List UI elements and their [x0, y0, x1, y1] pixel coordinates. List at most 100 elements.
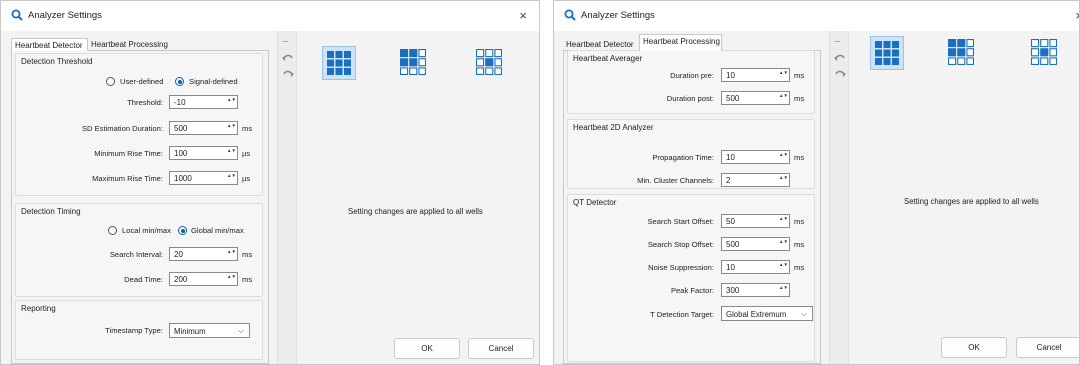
dialog-title: Analyzer Settings: [581, 10, 655, 21]
group-title: Detection Timing: [21, 207, 81, 216]
layout-full-grid-option[interactable]: [870, 36, 904, 70]
group-title: Heartbeat 2D Analyzer: [573, 123, 654, 132]
apply-message: Setting changes are applied to all wells: [904, 197, 1039, 206]
layout-partial-grid-option[interactable]: [400, 49, 426, 75]
min-cluster-channels-label: Min. Cluster Channels:: [637, 176, 714, 185]
layout-center-grid-option[interactable]: [476, 49, 502, 75]
spin-arrows-icon[interactable]: ▲▼: [779, 239, 788, 249]
threshold-label: Threshold:: [127, 98, 163, 107]
unit-us: µs: [242, 149, 251, 158]
duration-post-spinbox[interactable]: 500 ▲▼: [721, 91, 790, 105]
dead-time-spinbox[interactable]: 200 ▲▼: [169, 272, 238, 286]
ok-button[interactable]: OK: [941, 337, 1007, 358]
heartbeat-2d-analyzer-group: Heartbeat 2D Analyzer Propagation Time: …: [567, 119, 815, 189]
grip-dots: ......: [282, 37, 289, 44]
spin-arrows-icon[interactable]: ▲▼: [227, 249, 236, 259]
global-minmax-label: Global min/max: [191, 226, 244, 235]
threshold-spinbox[interactable]: -10 ▲▼: [169, 95, 238, 109]
layout-full-grid-option[interactable]: [322, 46, 356, 80]
global-minmax-radio[interactable]: [178, 226, 187, 235]
spin-arrows-icon[interactable]: ▲▼: [227, 97, 236, 107]
tool-strip: ......: [829, 31, 849, 364]
select-value: Minimum: [174, 326, 206, 336]
redo-icon[interactable]: [282, 69, 294, 79]
unit-ms: ms: [794, 153, 805, 162]
cancel-button[interactable]: Cancel: [1016, 337, 1079, 358]
unit-ms: ms: [794, 71, 805, 80]
spin-arrows-icon[interactable]: ▲▼: [779, 93, 788, 103]
min-cluster-channels-spinbox[interactable]: 2 ▲▼: [721, 173, 790, 187]
spin-arrows-icon[interactable]: ▲▼: [779, 285, 788, 295]
layout-center-grid-option[interactable]: [1031, 39, 1057, 65]
noise-suppression-spinbox[interactable]: 10 ▲▼: [721, 260, 790, 274]
close-icon[interactable]: ×: [519, 9, 527, 22]
unit-ms: ms: [242, 250, 253, 259]
sd-estimation-spinbox[interactable]: 500 ▲▼: [169, 121, 238, 135]
magnifier-icon: [564, 9, 576, 21]
spin-arrows-icon[interactable]: ▲▼: [227, 173, 236, 183]
min-rise-time-spinbox[interactable]: 100 ▲▼: [169, 146, 238, 160]
user-defined-radio[interactable]: [106, 77, 115, 86]
close-icon[interactable]: ×: [1075, 9, 1079, 22]
unit-ms: ms: [794, 217, 805, 226]
signal-defined-label: Signal-defined: [189, 77, 238, 86]
undo-icon[interactable]: [282, 53, 294, 63]
search-stop-offset-spinbox[interactable]: 500 ▲▼: [721, 237, 790, 251]
spin-value: 300: [726, 286, 740, 295]
user-defined-label: User-defined: [120, 77, 164, 86]
grid-partial-icon: [400, 49, 426, 75]
spin-arrows-icon[interactable]: ▲▼: [779, 175, 788, 185]
noise-suppression-label: Noise Suppression:: [648, 263, 714, 272]
unit-us: µs: [242, 174, 251, 183]
ok-button[interactable]: OK: [394, 338, 460, 359]
tab-heartbeat-detector[interactable]: Heartbeat Detector: [11, 38, 88, 51]
unit-ms: ms: [794, 240, 805, 249]
unit-ms: ms: [794, 94, 805, 103]
propagation-time-spinbox[interactable]: 10 ▲▼: [721, 150, 790, 164]
tab-heartbeat-processing[interactable]: Heartbeat Processing: [639, 34, 722, 51]
heartbeat-averager-group: Heartbeat Averager Duration pre: 10 ▲▼ m…: [567, 50, 815, 114]
peak-factor-spinbox[interactable]: 300 ▲▼: [721, 283, 790, 297]
layout-area: Setting changes are applied to all wells…: [850, 31, 1079, 364]
search-start-offset-label: Search Start Offset:: [647, 217, 714, 226]
t-detection-target-select[interactable]: Global Extremum ⌵: [721, 306, 813, 321]
dead-time-label: Dead Time:: [124, 275, 163, 284]
duration-pre-label: Duration pre:: [670, 71, 714, 80]
tab-panel: Detection Threshold User-defined Signal-…: [11, 50, 269, 364]
tool-strip: ......: [277, 31, 297, 364]
spin-arrows-icon[interactable]: ▲▼: [779, 216, 788, 226]
unit-ms: ms: [242, 275, 253, 284]
layout-partial-grid-option[interactable]: [948, 39, 974, 65]
timestamp-type-label: Timestamp Type:: [105, 326, 163, 335]
spin-arrows-icon[interactable]: ▲▼: [227, 148, 236, 158]
spin-arrows-icon[interactable]: ▲▼: [227, 274, 236, 284]
qt-detector-group: QT Detector Search Start Offset: 50 ▲▼ m…: [567, 194, 815, 362]
group-title: Heartbeat Averager: [573, 54, 643, 63]
undo-icon[interactable]: [834, 53, 846, 63]
timestamp-type-select[interactable]: Minimum ⌵: [169, 323, 250, 338]
local-minmax-radio[interactable]: [108, 226, 117, 235]
spin-arrows-icon[interactable]: ▲▼: [779, 70, 788, 80]
cancel-button[interactable]: Cancel: [468, 338, 534, 359]
signal-defined-radio[interactable]: [175, 77, 184, 86]
redo-icon[interactable]: [834, 69, 846, 79]
grid-full-icon: [327, 51, 351, 75]
duration-post-label: Duration post:: [666, 94, 714, 103]
grid-center-icon: [476, 49, 502, 75]
grid-partial-icon: [948, 39, 974, 65]
search-interval-spinbox[interactable]: 20 ▲▼: [169, 247, 238, 261]
spin-arrows-icon[interactable]: ▲▼: [779, 262, 788, 272]
min-rise-time-label: Minimum Rise Time:: [94, 149, 163, 158]
group-title: Reporting: [21, 304, 56, 313]
spin-arrows-icon[interactable]: ▲▼: [779, 152, 788, 162]
search-start-offset-spinbox[interactable]: 50 ▲▼: [721, 214, 790, 228]
sd-estimation-label: SD Estimation Duration:: [81, 124, 163, 133]
spin-value: 10: [726, 71, 735, 80]
spin-value: 10: [726, 153, 735, 162]
local-minmax-label: Local min/max: [122, 226, 171, 235]
duration-pre-spinbox[interactable]: 10 ▲▼: [721, 68, 790, 82]
spin-arrows-icon[interactable]: ▲▼: [227, 123, 236, 133]
spin-value: 2: [726, 176, 731, 185]
grid-center-icon: [1031, 39, 1057, 65]
max-rise-time-spinbox[interactable]: 1000 ▲▼: [169, 171, 238, 185]
